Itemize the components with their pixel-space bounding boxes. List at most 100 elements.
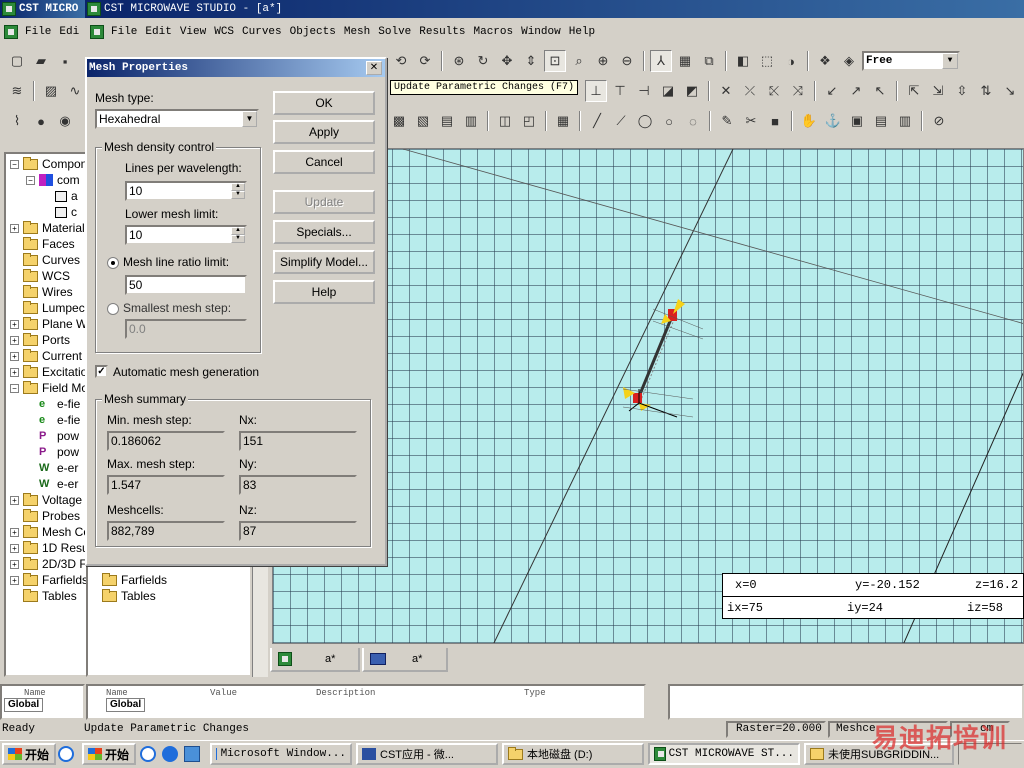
specials-button[interactable]: Specials... <box>273 220 375 244</box>
tree-item[interactable]: + Material <box>10 220 85 236</box>
back-menu-file[interactable]: File <box>21 26 55 38</box>
tree-item[interactable]: − Field Mo <box>10 380 86 396</box>
line-icon[interactable]: ╱ <box>586 110 608 132</box>
tab-document-2[interactable]: a* <box>362 648 448 672</box>
task-cst-microwave-studio[interactable]: CST MICROWAVE ST... <box>648 743 800 765</box>
pick-point-icon[interactable]: ✕ <box>715 80 737 102</box>
tree-item[interactable]: Ppow <box>26 444 79 460</box>
loft-icon[interactable]: ⇳ <box>951 80 973 102</box>
tree-item[interactable]: Lumpec <box>10 300 85 316</box>
sphere-icon[interactable]: ● <box>30 110 52 132</box>
pick-face-icon[interactable]: ⤪ <box>763 80 785 102</box>
tree-item[interactable]: +2D/3D F <box>10 556 86 572</box>
tree-item-farfields[interactable]: Farfields <box>102 572 167 588</box>
reload-icon[interactable]: ⟳ <box>414 50 436 72</box>
expand-toggle-icon[interactable]: + <box>10 543 19 553</box>
tree-item[interactable]: Wires <box>10 284 73 300</box>
smallest-step-input[interactable]: 0.0 <box>125 319 247 339</box>
lines-per-wavelength-spinner[interactable]: ▲ ▼ <box>231 183 245 199</box>
ie-icon[interactable] <box>162 746 178 762</box>
curve3-icon[interactable]: ↖ <box>869 80 891 102</box>
menu-wcs[interactable]: WCS <box>210 26 238 38</box>
dialog-close-button[interactable]: ✕ <box>366 61 382 75</box>
wcs-axes-icon[interactable]: ⊥ <box>585 80 607 102</box>
chart-icon[interactable]: ▨ <box>40 80 62 102</box>
auto-mesh-checkbox[interactable]: ✓ <box>95 365 108 378</box>
simplify-model-button[interactable]: Simplify Model... <box>273 250 375 274</box>
zoom-icon[interactable]: ⌕ <box>568 50 590 72</box>
tree-item[interactable]: + Current <box>10 348 82 364</box>
material-icon[interactable]: ❖ <box>814 50 836 72</box>
doc-list2-icon[interactable]: ▥ <box>894 110 916 132</box>
arrow-icon[interactable]: ↘ <box>999 80 1021 102</box>
spin-icon[interactable]: ↻ <box>472 50 494 72</box>
shape-icon[interactable]: ◧ <box>732 50 754 72</box>
align-icon[interactable]: ◰ <box>518 110 540 132</box>
view-mode-select[interactable]: Free ▼ <box>862 51 960 71</box>
expand-toggle-icon[interactable]: + <box>10 223 19 233</box>
task-cst-app-doc[interactable]: CST应用 - 微... <box>356 743 498 765</box>
menu-edit[interactable]: Edit <box>141 26 175 38</box>
expand-toggle-icon[interactable]: + <box>10 335 19 345</box>
tree-item[interactable]: Probes <box>10 508 80 524</box>
extrude-icon[interactable]: ⇱ <box>903 80 925 102</box>
cylinder-icon[interactable]: ◉ <box>54 110 76 132</box>
grid-icon[interactable]: ▦ <box>674 50 696 72</box>
task-local-disk[interactable]: 本地磁盘 (D:) <box>502 743 644 765</box>
bbox-icon[interactable]: ⬚ <box>756 50 778 72</box>
rotate-solid-icon[interactable]: ⇲ <box>927 80 949 102</box>
tree-item[interactable]: + Plane W <box>10 316 86 332</box>
menu-view[interactable]: View <box>176 26 210 38</box>
new-file-icon[interactable]: ▢ <box>6 50 28 72</box>
save-icon[interactable]: ▪ <box>54 50 76 72</box>
chevron-down-icon[interactable]: ▼ <box>242 111 257 127</box>
expand-toggle-icon[interactable]: + <box>10 495 19 505</box>
menu-help[interactable]: Help <box>565 26 599 38</box>
wcs-face-icon[interactable]: ◪ <box>657 80 679 102</box>
bool-insert-icon[interactable]: ▥ <box>460 110 482 132</box>
trim-icon[interactable]: ✂ <box>740 110 762 132</box>
curve-icon[interactable]: ↙ <box>821 80 843 102</box>
lines-per-wavelength-input[interactable]: 10 ▲ ▼ <box>125 181 247 201</box>
orbit-icon[interactable]: ⊛ <box>448 50 470 72</box>
tree-item[interactable]: +1D Resu <box>10 540 86 556</box>
clipboard-icon[interactable]: ▣ <box>846 110 868 132</box>
open-folder-icon[interactable]: ▰ <box>30 50 52 72</box>
bool-add-icon[interactable]: ▩ <box>388 110 410 132</box>
spline-icon[interactable]: ◌ <box>682 110 704 132</box>
cancel-button[interactable]: Cancel <box>273 150 375 174</box>
tree-item[interactable]: − com <box>26 172 80 188</box>
ratio-limit-radio[interactable] <box>107 257 119 269</box>
wcs-local-icon[interactable]: ◩ <box>681 80 703 102</box>
tree-item[interactable]: Ppow <box>26 428 79 444</box>
tree-item[interactable]: + Farfields <box>10 572 86 588</box>
expand-toggle-icon[interactable]: + <box>10 575 19 585</box>
quicklaunch-icon[interactable] <box>58 746 74 762</box>
menu-results[interactable]: Results <box>415 26 469 38</box>
tree-item[interactable]: Tables <box>10 588 77 604</box>
global-tab-main[interactable]: Global <box>106 698 146 712</box>
tree-item[interactable]: + Excitatio <box>10 364 86 380</box>
wcs-align-icon[interactable]: ⊤ <box>609 80 631 102</box>
sweep-icon[interactable]: ⇅ <box>975 80 997 102</box>
rotate-icon[interactable]: ⟲ <box>390 50 412 72</box>
tree-item[interactable]: a <box>42 188 78 204</box>
ellipse-icon[interactable]: ○ <box>658 110 680 132</box>
anchor-icon[interactable]: ⚓ <box>822 110 844 132</box>
rect-icon[interactable]: ■ <box>764 110 786 132</box>
tree-item[interactable]: c <box>42 204 77 220</box>
ratio-limit-input[interactable]: 50 <box>125 275 247 295</box>
grid-tool-icon[interactable]: ▦ <box>552 110 574 132</box>
desktop-icon[interactable] <box>184 746 200 762</box>
ok-button[interactable]: OK <box>273 91 375 115</box>
expand-toggle-icon[interactable]: + <box>10 559 19 569</box>
pencil-icon[interactable]: ✎ <box>716 110 738 132</box>
circle-icon[interactable]: ◯ <box>634 110 656 132</box>
expand-toggle-icon[interactable]: + <box>10 527 19 537</box>
axes-icon[interactable]: ⅄ <box>650 50 672 72</box>
task-microsoft-window[interactable]: Microsoft Window... <box>210 743 352 765</box>
expand-toggle-icon[interactable]: + <box>10 319 19 329</box>
tab-document-1[interactable]: a* <box>270 648 360 672</box>
tree-item[interactable]: − Compon <box>10 156 86 172</box>
menu-curves[interactable]: Curves <box>238 26 286 38</box>
